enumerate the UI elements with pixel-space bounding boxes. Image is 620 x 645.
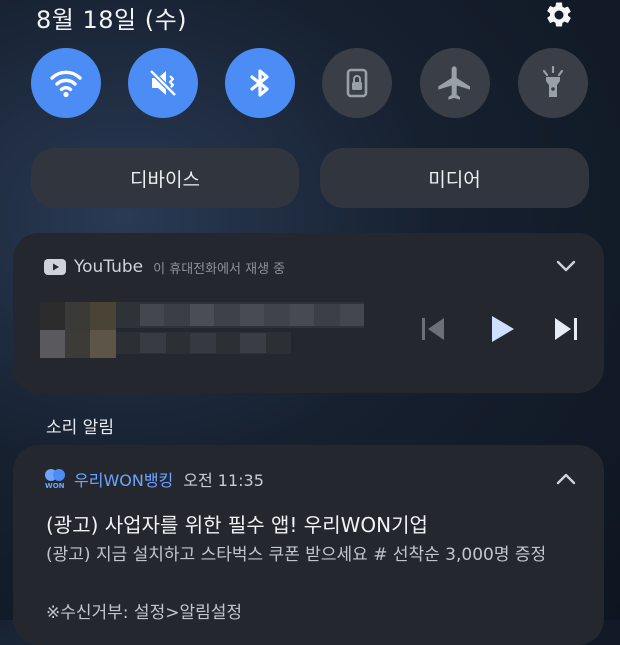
media-button[interactable]: 미디어: [320, 148, 589, 208]
devices-button-label: 디바이스: [130, 168, 200, 191]
media-title-redacted: [116, 302, 364, 332]
notification-app-name[interactable]: 우리WON뱅킹: [74, 467, 173, 491]
vibrate-mute-icon: [149, 69, 177, 97]
media-app-name: YouTube: [74, 257, 144, 277]
next-icon: [555, 318, 577, 340]
bluetooth-icon: [250, 69, 269, 97]
notification-title: (광고) 사업자를 위한 필수 앱! 우리WON기업: [46, 513, 428, 537]
next-button[interactable]: [552, 315, 580, 347]
media-button-label: 미디어: [428, 168, 481, 191]
bluetooth-toggle[interactable]: [225, 48, 295, 118]
notification-footer: ※수신거부: 설정>알림설정: [46, 603, 243, 623]
media-expand-chevron-icon[interactable]: [555, 258, 577, 278]
play-icon: [492, 316, 514, 342]
settings-gear-icon[interactable]: [543, 0, 575, 30]
media-thumbnail: [40, 302, 116, 362]
wifi-toggle[interactable]: [31, 48, 101, 118]
quick-settings-row: [0, 48, 620, 120]
airplane-toggle[interactable]: [420, 48, 490, 118]
airplane-icon: [438, 66, 470, 100]
rotation-lock-toggle[interactable]: [322, 48, 392, 118]
notification-header: WON 우리WON뱅킹 오전 11:35: [44, 468, 264, 490]
play-button[interactable]: [488, 313, 518, 349]
woori-won-app-icon: WON: [44, 468, 66, 490]
devices-button[interactable]: 디바이스: [31, 148, 299, 208]
previous-button[interactable]: [419, 315, 447, 347]
app-icon-label: WON: [45, 482, 65, 490]
portrait-lock-icon: [346, 68, 368, 98]
media-playback-location: 이 휴대전화에서 재생 중: [153, 261, 286, 277]
flashlight-toggle[interactable]: [518, 48, 588, 118]
previous-icon: [422, 318, 444, 340]
notification-collapse-chevron-icon[interactable]: [555, 471, 577, 491]
youtube-logo-icon: [44, 259, 66, 275]
wifi-icon: [50, 70, 82, 98]
notification-body: (광고) 지금 설치하고 스타벅스 쿠폰 받으세요 # 선착순 3,000명 증…: [46, 545, 547, 565]
flashlight-icon: [542, 65, 564, 97]
notification-time: 오전 11:35: [183, 471, 264, 490]
sound-toggle[interactable]: [128, 48, 198, 118]
media-artist-redacted: [116, 332, 291, 358]
section-label: 소리 알림: [46, 418, 114, 438]
media-player-header: YouTube 이 휴대전화에서 재생 중: [44, 256, 285, 278]
date-label: 8월 18일 (수): [36, 6, 188, 34]
